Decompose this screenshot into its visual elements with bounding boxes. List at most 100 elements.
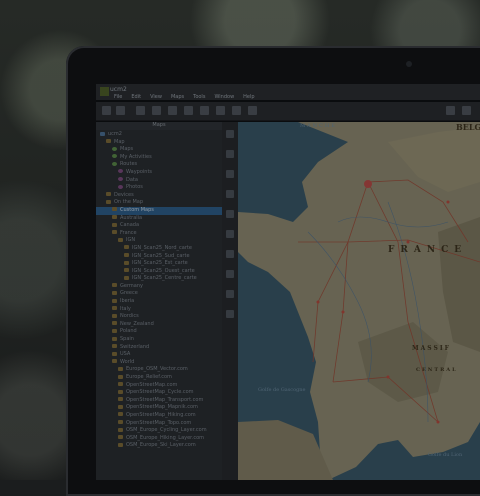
tree-item[interactable]: World <box>100 359 220 367</box>
tree-item[interactable]: Data <box>100 177 220 185</box>
redo-icon[interactable] <box>248 106 257 115</box>
tree-item[interactable]: OSM_Europe_Cycling_Layer.com <box>100 427 220 435</box>
target-icon[interactable] <box>226 190 234 198</box>
map-label-massif: MASSIF <box>412 345 451 352</box>
layers-icon[interactable] <box>200 106 209 115</box>
map-label-france: FRANCE <box>388 245 468 255</box>
app-title: ucm2 <box>110 86 127 93</box>
tree-item[interactable]: OpenStreetMap_Cycle.com <box>100 389 220 397</box>
route-icon[interactable] <box>226 230 234 238</box>
menu-item-tools[interactable]: Tools <box>193 94 205 100</box>
file-icon <box>118 382 123 387</box>
tree-item[interactable]: On the Map <box>100 199 220 207</box>
tree-item[interactable]: Maps <box>100 146 220 154</box>
graph-icon[interactable] <box>184 106 193 115</box>
folder-icon <box>112 222 117 227</box>
tree-item-label: Canada <box>120 222 140 229</box>
tree-item[interactable]: Iberia <box>100 298 220 306</box>
map-canvas[interactable]: FRANCE BELG MANCHE MASSIF CENTRAL Golfe … <box>238 122 480 480</box>
tree-item-label: Poland <box>120 328 137 335</box>
tree-item[interactable]: Canada <box>100 222 220 230</box>
tree-item[interactable]: Poland <box>100 328 220 336</box>
tree-item[interactable]: Australia <box>100 215 220 223</box>
tree-item-label: Routes <box>120 161 138 168</box>
export-icon[interactable] <box>226 310 234 318</box>
tree-item[interactable]: Photos <box>100 184 220 192</box>
tools-icon[interactable] <box>446 106 455 115</box>
undo-icon[interactable] <box>232 106 241 115</box>
tree-item[interactable]: Spain <box>100 336 220 344</box>
tree-item-label: Waypoints <box>126 168 153 175</box>
tree-item-label: IGN_Scan25_Ouest_carte <box>132 267 195 274</box>
globe-icon <box>112 161 117 166</box>
tree-item[interactable]: Custom Maps <box>96 206 228 215</box>
pin-icon[interactable] <box>226 210 234 218</box>
tree-item[interactable]: Germany <box>100 283 220 291</box>
tree-item-label: OpenStreetMap_Mapnik.com <box>126 404 198 411</box>
tree-item-label: My Activities <box>120 153 152 160</box>
tree-item-label: Australia <box>120 214 143 221</box>
zoom-out-icon[interactable] <box>226 150 234 158</box>
pan-tool-icon[interactable] <box>116 106 125 115</box>
menu-item-help[interactable]: Help <box>243 94 254 100</box>
tree-item[interactable]: Map <box>100 139 220 147</box>
zoom-in-icon[interactable] <box>226 130 234 138</box>
tree-item[interactable]: OpenStreetMap_Transport.com <box>100 397 220 405</box>
tree-item[interactable]: IGN <box>100 237 220 245</box>
menu-item-edit[interactable]: Edit <box>131 94 141 100</box>
tree-item[interactable]: Italy <box>100 306 220 314</box>
tree-item[interactable]: USA <box>100 351 220 359</box>
tree-item[interactable]: Europe_OSM_Vector.com <box>100 366 220 374</box>
tree-item-label: New_Zealand <box>120 320 154 327</box>
print-icon[interactable] <box>226 290 234 298</box>
menu-item-maps[interactable]: Maps <box>171 94 184 100</box>
tree-item-label: ucm2 <box>108 131 122 137</box>
tree-item[interactable]: New_Zealand <box>100 321 220 329</box>
ruler-icon[interactable] <box>168 106 177 115</box>
menu-item-view[interactable]: View <box>150 94 162 100</box>
camera-tool-icon[interactable] <box>226 270 234 278</box>
tree-item[interactable]: My Activities <box>100 154 220 162</box>
tree-item[interactable]: Europe_Relief.com <box>100 374 220 382</box>
tree-item[interactable]: Switzerland <box>100 344 220 352</box>
tree-item[interactable]: Waypoints <box>100 169 220 177</box>
table-icon[interactable] <box>152 106 161 115</box>
measure-icon[interactable] <box>226 250 234 258</box>
map-label-belgium: BELG <box>456 122 480 132</box>
settings-icon[interactable] <box>462 106 471 115</box>
maps-tree-panel: Maps ucm2 Map Maps My Activities Routes Waypo… <box>96 122 228 480</box>
tree-item[interactable]: Greece <box>100 290 220 298</box>
tree-item[interactable]: IGN_Scan25_Ouest_carte <box>100 268 220 276</box>
menu-item-file[interactable]: File <box>114 94 122 100</box>
file-icon <box>118 366 123 371</box>
select-tool-icon[interactable] <box>102 106 111 115</box>
tree-item[interactable]: Nordics <box>100 313 220 321</box>
tree-item[interactable]: ucm2 <box>100 131 220 139</box>
tree-item[interactable]: IGN_Scan25_Centre_carte <box>100 275 220 283</box>
menu-item-window[interactable]: Window <box>214 94 234 100</box>
tree-item[interactable]: OSM_Europe_Hiking_Layer.com <box>100 435 220 443</box>
tree-item[interactable]: OpenStreetMap.com <box>100 382 220 390</box>
tree-item-label: OpenStreetMap_Topo.com <box>126 419 192 426</box>
paris-marker <box>364 180 372 188</box>
tree-item[interactable]: IGN_Scan25_Est_carte <box>100 260 220 268</box>
tree-item[interactable]: IGN_Scan25_Nord_carte <box>100 245 220 253</box>
map-label-gascogne: Golfe de Gascogne <box>258 387 306 393</box>
tree-item[interactable]: OSM_Europe_Ski_Layer.com <box>100 442 220 450</box>
tree-item-label: World <box>120 358 135 365</box>
tree-item[interactable]: Routes <box>100 161 220 169</box>
tree-item[interactable]: France <box>100 230 220 238</box>
folder-icon <box>112 230 117 235</box>
folder-icon <box>106 192 111 197</box>
tree-item[interactable]: OpenStreetMap_Mapnik.com <box>100 404 220 412</box>
tree-item[interactable]: Devices <box>100 192 220 200</box>
file-icon <box>118 435 123 440</box>
tree-item-label: Europe_Relief.com <box>126 374 172 380</box>
search-icon[interactable] <box>226 170 234 178</box>
tree-item[interactable]: OpenStreetMap_Hiking.com <box>100 412 220 420</box>
chart-icon[interactable] <box>136 106 145 115</box>
tree-item[interactable]: IGN_Scan25_Sud_carte <box>100 253 220 261</box>
flag-icon[interactable] <box>216 106 225 115</box>
file-icon <box>124 260 129 265</box>
tree-item[interactable]: OpenStreetMap_Topo.com <box>100 420 220 428</box>
